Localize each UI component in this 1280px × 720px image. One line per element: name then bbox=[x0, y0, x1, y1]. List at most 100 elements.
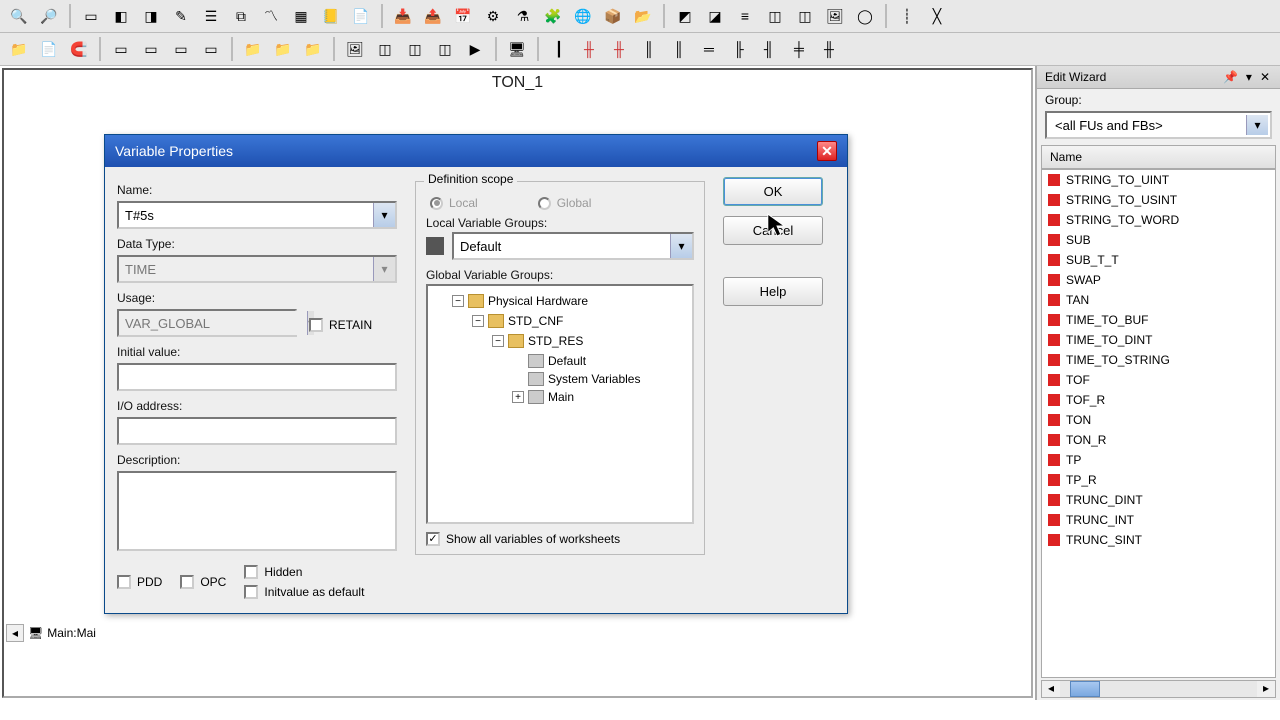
tab-scroll-left[interactable]: ◂ bbox=[6, 624, 24, 642]
close-icon[interactable]: ✕ bbox=[1258, 70, 1272, 84]
localgroup-field[interactable] bbox=[454, 234, 670, 258]
list-item[interactable]: STRING_TO_WORD bbox=[1042, 210, 1275, 230]
chevron-down-icon[interactable]: ▾ bbox=[670, 234, 692, 258]
list-item[interactable]: SUB bbox=[1042, 230, 1275, 250]
close-button[interactable]: ✕ bbox=[817, 141, 837, 161]
tool-icon[interactable]: ◨ bbox=[138, 3, 164, 29]
tool-icon[interactable]: ☰ bbox=[198, 3, 224, 29]
hidden-checkbox[interactable] bbox=[244, 565, 258, 579]
tool-icon[interactable]: ◫ bbox=[402, 36, 428, 62]
collapse-icon[interactable]: − bbox=[492, 335, 504, 347]
tool-icon[interactable]: ⚗ bbox=[510, 3, 536, 29]
tree-item[interactable]: Main bbox=[548, 390, 574, 404]
list-item[interactable]: TIME_TO_STRING bbox=[1042, 350, 1275, 370]
ok-button[interactable]: OK bbox=[723, 177, 823, 206]
horizontal-scrollbar[interactable]: ◂ ▸ bbox=[1041, 680, 1276, 698]
list-item[interactable]: TIME_TO_DINT bbox=[1042, 330, 1275, 350]
list-item[interactable]: STRING_TO_UINT bbox=[1042, 170, 1275, 190]
opc-checkbox[interactable] bbox=[180, 575, 194, 589]
localgroup-select[interactable]: ▾ bbox=[452, 232, 694, 260]
tool-icon[interactable]: ╫ bbox=[816, 36, 842, 62]
pin-icon[interactable]: 📌 bbox=[1221, 70, 1240, 84]
retain-checkbox[interactable] bbox=[309, 318, 323, 332]
tool-icon[interactable]: 🧩 bbox=[540, 3, 566, 29]
tool-icon[interactable]: 📥 bbox=[390, 3, 416, 29]
list-item[interactable]: SWAP bbox=[1042, 270, 1275, 290]
tree-item[interactable]: STD_RES bbox=[528, 334, 583, 348]
tree-item[interactable]: STD_CNF bbox=[508, 314, 563, 328]
tool-icon[interactable]: 🖼 bbox=[342, 36, 368, 62]
tool-icon[interactable]: ◪ bbox=[702, 3, 728, 29]
tool-icon[interactable]: ◫ bbox=[792, 3, 818, 29]
tool-icon[interactable]: ▭ bbox=[198, 36, 224, 62]
tool-icon[interactable]: ║ bbox=[666, 36, 692, 62]
list-item[interactable]: TIME_TO_BUF bbox=[1042, 310, 1275, 330]
worksheet-tab[interactable]: Main:Mai bbox=[47, 626, 96, 640]
list-column-name[interactable]: Name bbox=[1041, 145, 1276, 169]
dropdown-icon[interactable]: ▾ bbox=[1244, 70, 1254, 84]
tool-icon[interactable]: 📄 bbox=[348, 3, 374, 29]
tool-icon[interactable]: ◫ bbox=[432, 36, 458, 62]
tool-icon[interactable]: ┃ bbox=[546, 36, 572, 62]
zoom-in-icon[interactable]: 🔍 bbox=[6, 3, 32, 29]
tool-icon[interactable]: 📅 bbox=[450, 3, 476, 29]
name-field[interactable] bbox=[119, 203, 373, 227]
list-item[interactable]: TOF_R bbox=[1042, 390, 1275, 410]
tool-icon[interactable]: ◫ bbox=[762, 3, 788, 29]
scroll-right-icon[interactable]: ▸ bbox=[1257, 681, 1275, 697]
collapse-icon[interactable]: − bbox=[472, 315, 484, 327]
tool-icon[interactable]: ╪ bbox=[786, 36, 812, 62]
name-input[interactable]: ▾ bbox=[117, 201, 397, 229]
tool-icon[interactable]: ╫ bbox=[606, 36, 632, 62]
description-input[interactable] bbox=[117, 471, 397, 551]
tool-icon[interactable]: ◩ bbox=[672, 3, 698, 29]
tool-icon[interactable]: 📁 bbox=[300, 36, 326, 62]
tool-icon[interactable]: 📁 bbox=[240, 36, 266, 62]
cancel-button[interactable]: Cancel bbox=[723, 216, 823, 245]
list-item[interactable]: SUB_T_T bbox=[1042, 250, 1275, 270]
group-value[interactable] bbox=[1049, 115, 1246, 135]
tool-icon[interactable]: ▭ bbox=[108, 36, 134, 62]
tool-icon[interactable]: ╢ bbox=[756, 36, 782, 62]
scroll-track[interactable] bbox=[1060, 681, 1257, 697]
chevron-down-icon[interactable]: ▾ bbox=[373, 203, 395, 227]
tool-icon[interactable]: ▭ bbox=[168, 36, 194, 62]
list-item[interactable]: TRUNC_INT bbox=[1042, 510, 1275, 530]
tool-icon[interactable]: ◯ bbox=[852, 3, 878, 29]
list-item[interactable]: STRING_TO_USINT bbox=[1042, 190, 1275, 210]
zoom-out-icon[interactable]: 🔎 bbox=[36, 3, 62, 29]
tool-icon[interactable]: ╳ bbox=[924, 3, 950, 29]
tool-icon[interactable]: 📂 bbox=[630, 3, 656, 29]
tool-icon[interactable]: ╫ bbox=[576, 36, 602, 62]
tool-icon[interactable]: 📁 bbox=[270, 36, 296, 62]
pdd-checkbox[interactable] bbox=[117, 575, 131, 589]
list-item[interactable]: TRUNC_SINT bbox=[1042, 530, 1275, 550]
tree-item[interactable]: Physical Hardware bbox=[488, 294, 588, 308]
global-groups-tree[interactable]: −Physical Hardware −STD_CNF −STD_RES Def… bbox=[426, 284, 694, 524]
tool-icon[interactable]: ⧉ bbox=[228, 3, 254, 29]
expand-icon[interactable]: + bbox=[512, 391, 524, 403]
tool-icon[interactable]: 🖼 bbox=[822, 3, 848, 29]
tool-icon[interactable]: ▭ bbox=[138, 36, 164, 62]
list-item[interactable]: TAN bbox=[1042, 290, 1275, 310]
tool-icon[interactable]: 📦 bbox=[600, 3, 626, 29]
tree-item[interactable]: Default bbox=[548, 354, 586, 368]
tool-icon[interactable]: 〽 bbox=[258, 3, 284, 29]
initial-value-input[interactable] bbox=[117, 363, 397, 391]
tool-icon[interactable]: 🌐 bbox=[570, 3, 596, 29]
tool-icon[interactable]: 🧲 bbox=[66, 36, 92, 62]
chevron-down-icon[interactable]: ▾ bbox=[1246, 115, 1268, 135]
tool-icon[interactable]: ▭ bbox=[78, 3, 104, 29]
list-item[interactable]: TRUNC_DINT bbox=[1042, 490, 1275, 510]
tool-icon[interactable]: 🖥 bbox=[504, 36, 530, 62]
tool-icon[interactable]: ═ bbox=[696, 36, 722, 62]
dialog-titlebar[interactable]: Variable Properties ✕ bbox=[105, 135, 847, 167]
list-item[interactable]: TP bbox=[1042, 450, 1275, 470]
tool-icon[interactable]: 📄 bbox=[36, 36, 62, 62]
io-address-input[interactable] bbox=[117, 417, 397, 445]
showall-checkbox[interactable] bbox=[426, 532, 440, 546]
tool-icon[interactable]: 📒 bbox=[318, 3, 344, 29]
scroll-left-icon[interactable]: ◂ bbox=[1042, 681, 1060, 697]
tool-icon[interactable]: ⚙ bbox=[480, 3, 506, 29]
tool-icon[interactable]: ║ bbox=[636, 36, 662, 62]
